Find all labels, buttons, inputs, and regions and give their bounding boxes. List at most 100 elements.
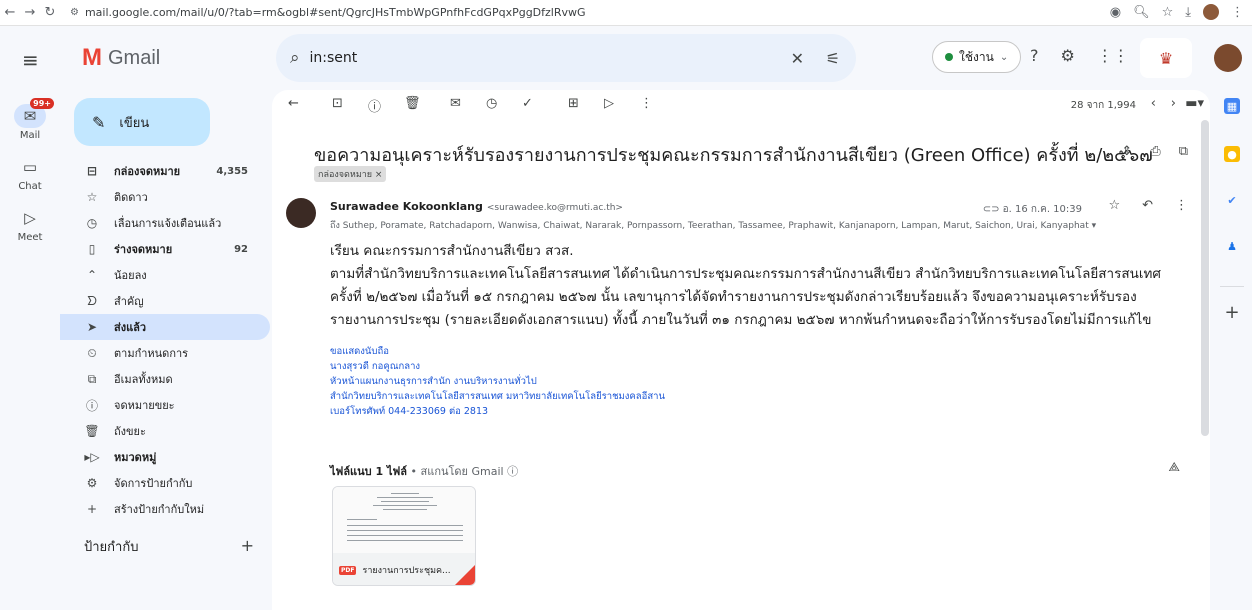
compose-label: เขียน (119, 115, 150, 131)
attachment-card[interactable]: PDF รายงานการประชุมค... (332, 486, 476, 586)
sidebar-item-label: จัดการป้ายกำกับ (114, 477, 193, 490)
sidebar-item-less[interactable]: ⌃ น้อยลง (60, 262, 270, 288)
labels-heading: ป้ายกำกับ (84, 540, 139, 555)
gmail-logo[interactable]: M Gmail (82, 44, 160, 72)
sidebar-item-drafts[interactable]: ▯ ร่างจดหมาย 92 (60, 236, 270, 262)
sidebar-item-label: ถังขยะ (114, 425, 146, 438)
labels-section-header: ป้ายกำกับ + (84, 536, 254, 557)
all-mail-icon: ⧉ (87, 371, 97, 386)
search-bar[interactable]: ⌕ in:sent ✕ ⚟ (276, 34, 856, 82)
sidebar-item-trash[interactable]: 🗑︎ ถังขยะ (60, 418, 270, 444)
video-icon: ▷ (24, 209, 36, 227)
scrollbar[interactable] (1201, 120, 1209, 436)
forward-icon[interactable]: → (20, 5, 40, 20)
tasks-icon[interactable]: ✔ (1224, 192, 1240, 208)
newer-chevron-icon[interactable]: ‹ (1151, 96, 1156, 111)
inbox-label-chip[interactable]: กล่องจดหมาย × (314, 166, 387, 182)
input-tools-icon[interactable]: ▬▾ (1185, 96, 1204, 111)
sender-name[interactable]: Surawadee Kokoonklang (330, 200, 483, 213)
sidebar-item-all-mail[interactable]: ⧉ อีเมลทั้งหมด (60, 366, 270, 392)
back-arrow-icon[interactable]: ← (288, 96, 299, 111)
recipients-line[interactable]: ถึง Suthep, Poramate, Ratchadaporn, Wanw… (330, 218, 1096, 232)
back-icon[interactable]: ← (0, 5, 20, 20)
message-pane: ← ⊡ ⓘ 🗑︎ ✉ ◷ ✓ ⊞ ▷ ⋮ 28 จาก 1,994 ‹ › ▬▾… (272, 90, 1210, 610)
site-info-icon[interactable]: ⚙ (70, 7, 79, 18)
sidebar-item-important[interactable]: ᗤ สำคัญ (60, 288, 270, 314)
app-rail: ✉ 99+ Mail ▭ Chat ▷ Meet (0, 90, 60, 610)
label-icon[interactable]: ▷ (604, 96, 614, 111)
organization-logo[interactable]: ♛ (1140, 38, 1192, 78)
rail-mail[interactable]: ✉ 99+ Mail (0, 98, 60, 141)
sidebar-item-manage-labels[interactable]: ⚙ จัดการป้ายกำกับ (60, 470, 270, 496)
sidebar-item-spam[interactable]: ⓘ จดหมายขยะ (60, 392, 270, 418)
browser-profile-avatar[interactable] (1203, 4, 1219, 20)
message-date-text: อ. 16 ก.ค. 10:39 (1002, 204, 1082, 215)
apps-grid-icon[interactable]: ⋮⋮ (1097, 46, 1129, 65)
add-task-icon[interactable]: ✓ (522, 96, 533, 111)
add-label-icon[interactable]: + (241, 536, 254, 557)
main-menu-icon[interactable]: ≡ (22, 48, 39, 72)
reload-icon[interactable]: ↻ (40, 5, 60, 20)
get-addons-icon[interactable]: + (1224, 302, 1240, 323)
chat-icon: ▭ (22, 158, 38, 176)
eye-icon[interactable]: ◉ (1110, 5, 1121, 20)
star-icon[interactable]: ☆ (1108, 198, 1120, 213)
zoom-icon[interactable]: 🔍︎ (1133, 5, 1150, 20)
add-to-drive-icon[interactable]: ⟁ (1168, 460, 1180, 475)
rail-meet[interactable]: ▷ Meet (0, 206, 60, 243)
help-icon[interactable]: ? (1030, 46, 1039, 65)
sidebar-item-create-label[interactable]: + สร้างป้ายกำกับใหม่ (60, 496, 270, 522)
archive-icon[interactable]: ⊡ (332, 96, 343, 111)
contacts-icon[interactable]: ♟ (1224, 238, 1240, 254)
search-input[interactable]: in:sent (310, 50, 358, 66)
body-line: เรียน คณะกรรมการสำนักงานสีเขียว สวส. (330, 243, 574, 259)
body-line: ตามที่สำนักวิทยบริการและเทคโนโลยีสารสนเท… (330, 266, 1161, 282)
address-bar[interactable]: ⚙ mail.google.com/mail/u/0/?tab=rm&ogbl#… (70, 6, 586, 19)
address-text[interactable]: mail.google.com/mail/u/0/?tab=rm&ogbl#se… (85, 6, 586, 19)
download-icon[interactable]: ⤓ (1185, 5, 1191, 20)
snooze-icon[interactable]: ◷ (486, 96, 497, 111)
compose-button[interactable]: ✎ เขียน (74, 98, 210, 146)
attachments-header: ไฟล์แนบ 1 ไฟล์ • สแกนโดย Gmail ⓘ (330, 462, 518, 480)
rail-chat[interactable]: ▭ Chat (0, 155, 60, 192)
delete-icon[interactable]: 🗑︎ (404, 96, 421, 111)
clear-search-icon[interactable]: ✕ (791, 49, 804, 68)
account-avatar[interactable] (1214, 44, 1242, 72)
body-line: รายงานการประชุม (รายละเอียดดังเอกสารแนบ)… (330, 312, 1152, 328)
sidebar-item-inbox[interactable]: ⊟ กล่องจดหมาย 4,355 (60, 158, 270, 184)
signature-line: ขอแสดงนับถือ (330, 346, 389, 357)
mail-icon: ✉ 99+ (14, 98, 54, 128)
bookmark-star-icon[interactable]: ☆ (1162, 5, 1174, 20)
more-options-icon[interactable]: ⋮ (640, 96, 653, 111)
sidebar-item-starred[interactable]: ☆ ติดดาว (60, 184, 270, 210)
report-spam-icon[interactable]: ⓘ (368, 96, 381, 115)
older-chevron-icon[interactable]: › (1171, 96, 1176, 111)
signature-line: สำนักวิทยบริการและเทคโนโลยีสารสนเทศ มหาว… (330, 391, 665, 402)
message-date: ⊂⊃ อ. 16 ก.ค. 10:39 (983, 202, 1082, 217)
search-options-icon[interactable]: ⚟ (826, 49, 840, 68)
settings-gear-icon[interactable]: ⚙ (1061, 46, 1075, 65)
calendar-icon[interactable]: ▦ (1224, 98, 1240, 114)
keep-icon[interactable]: ● (1224, 146, 1240, 162)
plus-icon: + (86, 502, 98, 516)
mark-unread-icon[interactable]: ✉ (450, 96, 461, 111)
browser-menu-icon[interactable]: ⋮ (1231, 5, 1244, 20)
attachments-count: ไฟล์แนบ 1 ไฟล์ (330, 465, 408, 478)
print-icon[interactable]: ⎙ (1150, 144, 1160, 159)
more-vert-icon[interactable]: ⋮ (1175, 198, 1188, 213)
sender-avatar[interactable] (286, 198, 316, 228)
search-icon[interactable]: ⌕ (290, 48, 300, 68)
expand-all-icon[interactable]: ⇕ (1121, 144, 1132, 159)
status-selector[interactable]: ใช้งาน ⌄ (932, 41, 1022, 73)
sidebar-item-sent[interactable]: ➤ ส่งแล้ว (60, 314, 270, 340)
reply-icon[interactable]: ↶ (1142, 198, 1153, 213)
sidebar-item-scheduled[interactable]: ⏲ ตามกำหนดการ (60, 340, 270, 366)
rail-label: Meet (17, 232, 43, 243)
sidebar-item-snoozed[interactable]: ◷ เลื่อนการแจ้งเตือนแล้ว (60, 210, 270, 236)
sidebar-item-count: 92 (234, 243, 248, 255)
move-to-icon[interactable]: ⊞ (568, 96, 579, 111)
attachment-clip-icon: ⊂⊃ (982, 204, 1003, 215)
sidebar-item-categories[interactable]: ▸▷ หมวดหมู่ (60, 444, 270, 470)
open-new-window-icon[interactable]: ⧉ (1179, 144, 1188, 159)
chevron-down-icon: ⌄ (999, 51, 1009, 63)
